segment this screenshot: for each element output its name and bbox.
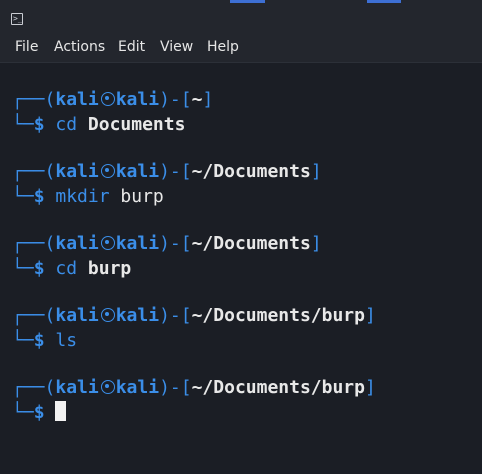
tab-indicator: [230, 0, 265, 3]
menu-actions[interactable]: Actions: [54, 39, 105, 55]
prompt-header: ┌──(kali kali)-[~/Documents/burp]: [12, 377, 376, 398]
menu-file[interactable]: File: [15, 39, 38, 55]
command: mkdir: [55, 186, 110, 207]
kali-skull-icon: [100, 308, 115, 322]
prompt-host: kali: [115, 161, 160, 182]
kali-skull-icon: [100, 164, 115, 178]
prompt-header: ┌──(kali kali)-[~]: [12, 89, 214, 110]
prompt-symbol: $: [33, 186, 45, 207]
prompt-symbol: $: [33, 402, 45, 423]
menu-bar: File Actions Edit View Help: [0, 34, 482, 63]
terminal-output[interactable]: ┌──(kali kali)-[~] └─$ cd Documents ┌──(k…: [0, 63, 482, 474]
menu-help[interactable]: Help: [207, 39, 239, 55]
prompt-host: kali: [115, 89, 160, 110]
command-line: └─$ mkdir burp: [12, 186, 164, 207]
prompt-user: kali: [55, 377, 99, 398]
command-line: └─$ cd burp: [12, 258, 132, 279]
prompt-host: kali: [115, 377, 160, 398]
prompt-user: kali: [55, 233, 99, 254]
command-line: └─$ ls: [12, 330, 78, 351]
command: cd: [55, 258, 78, 279]
command-line: └─$: [12, 401, 67, 425]
prompt-header: ┌──(kali kali)-[~/Documents/burp]: [12, 305, 376, 326]
prompt-path: ~/Documents/burp: [191, 305, 365, 326]
command-arg: Documents: [87, 114, 186, 135]
terminal-icon[interactable]: >_: [11, 13, 23, 25]
prompt-user: kali: [55, 161, 99, 182]
kali-skull-icon: [100, 236, 115, 250]
tab-indicator: [367, 0, 401, 3]
title-bar: >_: [0, 0, 482, 34]
terminal-window: >_ File Actions Edit View Help ┌──(kali k…: [0, 0, 482, 474]
command: cd: [55, 114, 78, 135]
prompt-host: kali: [115, 305, 160, 326]
kali-skull-icon: [100, 380, 115, 394]
prompt-path: ~/Documents: [191, 161, 311, 182]
command: ls: [55, 330, 78, 351]
prompt-path: ~: [191, 89, 203, 110]
kali-skull-icon: [100, 92, 115, 106]
command-arg: burp: [120, 186, 164, 207]
prompt-host: kali: [115, 233, 160, 254]
prompt-path: ~/Documents: [191, 233, 311, 254]
prompt-user: kali: [55, 89, 99, 110]
prompt-symbol: $: [33, 330, 45, 351]
text-cursor[interactable]: [55, 401, 67, 421]
command-line: └─$ cd Documents: [12, 114, 186, 135]
menu-edit[interactable]: Edit: [118, 39, 145, 55]
prompt-symbol: $: [33, 114, 45, 135]
prompt-header: ┌──(kali kali)-[~/Documents]: [12, 233, 322, 254]
prompt-user: kali: [55, 305, 99, 326]
prompt-symbol: $: [33, 258, 45, 279]
prompt-header: ┌──(kali kali)-[~/Documents]: [12, 161, 322, 182]
command-arg: burp: [87, 258, 132, 279]
prompt-path: ~/Documents/burp: [191, 377, 365, 398]
menu-view[interactable]: View: [160, 39, 193, 55]
